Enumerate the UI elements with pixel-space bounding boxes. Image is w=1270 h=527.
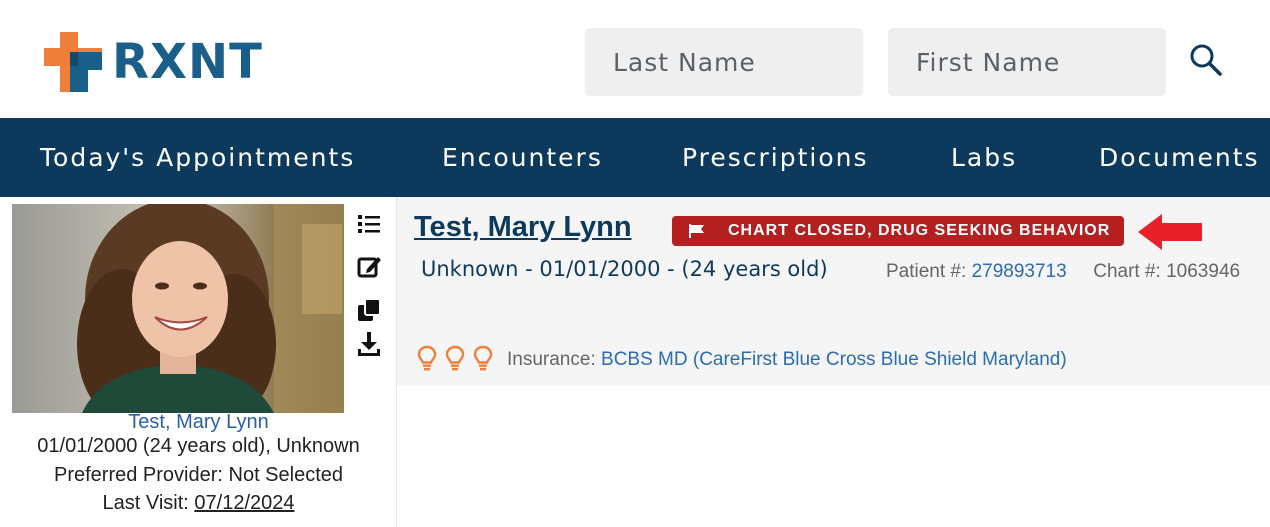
flag-icon: [689, 224, 704, 238]
lightbulb-icon[interactable]: [473, 345, 493, 371]
last-name-search-input[interactable]: [585, 28, 863, 96]
insurance-label: Insurance:: [507, 349, 596, 370]
nav-item-documents[interactable]: Documents: [1099, 118, 1260, 197]
rxnt-cross-logo-icon: [44, 32, 102, 92]
lightbulb-icon[interactable]: [417, 345, 437, 371]
patient-header: Test, Mary Lynn CHART CLOSED, DRUG SEEKI…: [397, 197, 1270, 386]
patient-ids: Patient #: 279893713 Chart #: 1063946: [886, 261, 1240, 283]
last-visit-label: Last Visit:: [102, 492, 189, 514]
chart-number-label: Chart #:: [1093, 261, 1161, 282]
first-name-search-input[interactable]: [888, 28, 1166, 96]
chart-flag-badge[interactable]: CHART CLOSED, DRUG SEEKING BEHAVIOR: [672, 216, 1124, 246]
app-root: RXNT Today's Appointments Encounters Pre…: [0, 0, 1270, 527]
alert-bulbs: [417, 345, 493, 371]
download-icon[interactable]: [356, 331, 382, 357]
lightbulb-icon[interactable]: [445, 345, 465, 371]
patient-number-value: 279893713: [971, 261, 1067, 282]
patient-photo: [12, 204, 344, 413]
nav-item-labs[interactable]: Labs: [951, 118, 1017, 197]
patient-number-label: Patient #:: [886, 261, 967, 282]
insurance-info: Insurance: BCBS MD (CareFirst Blue Cross…: [507, 349, 1067, 371]
patient-demographics: Unknown - 01/01/2000 - (24 years old): [421, 257, 828, 281]
search-icon[interactable]: [1188, 42, 1224, 78]
logo-text: RXNT: [112, 34, 263, 90]
flag-text: CHART CLOSED, DRUG SEEKING BEHAVIOR: [728, 222, 1111, 239]
nav-item-todays-appointments[interactable]: Today's Appointments: [40, 118, 355, 197]
sidebar-last-visit: Last Visit: 07/12/2024: [0, 492, 397, 515]
rxnt-logo[interactable]: RXNT: [44, 32, 263, 92]
patient-photo-image: [12, 204, 344, 413]
list-icon[interactable]: [356, 211, 382, 237]
sidebar-dob: 01/01/2000 (24 years old), Unknown: [37, 435, 360, 457]
patient-sidebar: Test, Mary Lynn 01/01/2000 (24 years old…: [0, 197, 397, 527]
edit-icon[interactable]: [356, 254, 382, 280]
sidebar-preferred-provider: Preferred Provider: Not Selected: [53, 464, 344, 486]
last-visit-date-link[interactable]: 07/12/2024: [194, 492, 294, 514]
main-nav: Today's Appointments Encounters Prescrip…: [0, 118, 1270, 197]
patient-name-link[interactable]: Test, Mary Lynn: [414, 211, 632, 244]
nav-item-encounters[interactable]: Encounters: [442, 118, 603, 197]
insurance-value-link[interactable]: BCBS MD (CareFirst Blue Cross Blue Shiel…: [601, 349, 1067, 370]
sidebar-patient-name[interactable]: Test, Mary Lynn: [0, 411, 397, 434]
copy-icon[interactable]: [356, 297, 382, 323]
red-arrow-annotation-icon: [1138, 214, 1202, 250]
nav-item-prescriptions[interactable]: Prescriptions: [682, 118, 869, 197]
header: RXNT: [0, 0, 1270, 118]
chart-number-value: 1063946: [1166, 261, 1241, 282]
